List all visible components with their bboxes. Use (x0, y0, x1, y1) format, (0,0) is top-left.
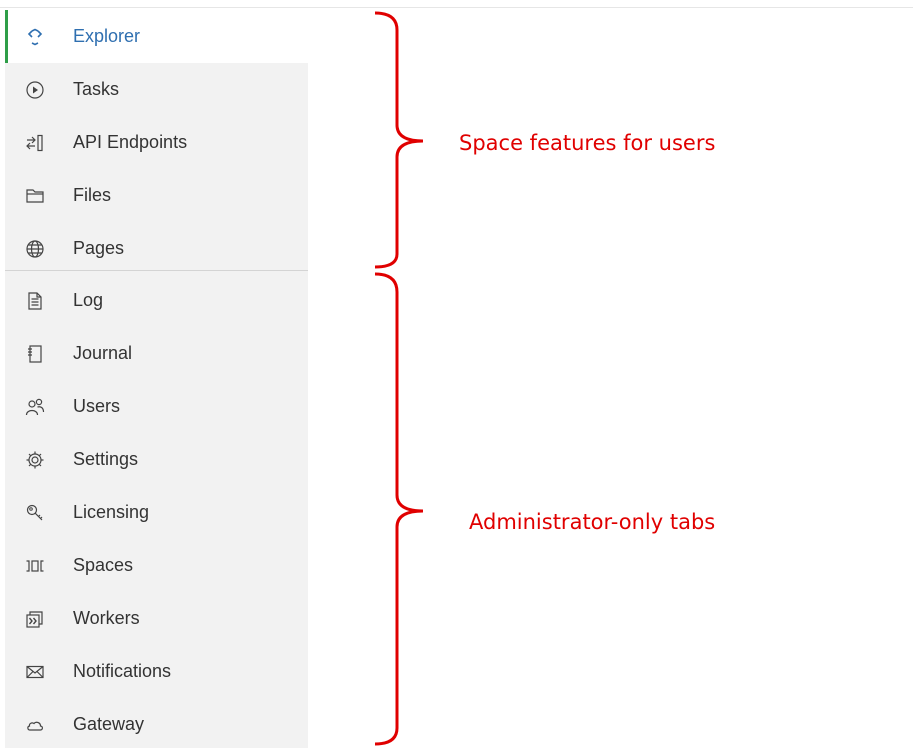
sidebar-item-label: Settings (73, 449, 139, 469)
sidebar-item-label: Gateway (73, 714, 145, 734)
api-endpoints-icon (24, 132, 46, 154)
sidebar-item-label: Notifications (73, 661, 172, 681)
sidebar-item-label: Tasks (73, 79, 120, 99)
sidebar-nav: Explorer Tasks API Endpoints Files Pages… (5, 10, 308, 748)
sidebar-item-users[interactable]: Users (5, 380, 308, 433)
sidebar-item-log[interactable]: Log (5, 274, 308, 327)
section-divider (5, 270, 308, 271)
explorer-icon (24, 26, 46, 48)
top-divider (0, 7, 913, 8)
folder-icon (24, 185, 46, 207)
sidebar-item-spaces[interactable]: Spaces (5, 539, 308, 592)
sidebar-item-explorer[interactable]: Explorer (5, 10, 308, 63)
gear-icon (24, 449, 46, 471)
admin-tabs-brace (374, 272, 424, 746)
sidebar-item-files[interactable]: Files (5, 169, 308, 222)
envelope-icon (24, 661, 46, 683)
screenshot-canvas: Explorer Tasks API Endpoints Files Pages… (0, 0, 913, 748)
user-features-brace (374, 11, 424, 269)
spaces-icon (24, 555, 46, 577)
sidebar-item-api-endpoints[interactable]: API Endpoints (5, 116, 308, 169)
cloud-icon (24, 714, 46, 736)
annotation-user-features: Space features for users (459, 131, 716, 155)
sidebar-item-notifications[interactable]: Notifications (5, 645, 308, 698)
workers-icon (24, 608, 46, 630)
sidebar-item-label: Workers (73, 608, 140, 628)
sidebar-item-pages[interactable]: Pages (5, 222, 308, 275)
key-icon (24, 502, 46, 524)
sidebar-item-label: Explorer (73, 26, 141, 46)
sidebar-item-label: Log (73, 290, 104, 310)
sidebar-item-label: Licensing (73, 502, 150, 522)
sidebar-item-settings[interactable]: Settings (5, 433, 308, 486)
log-document-icon (24, 290, 46, 312)
sidebar-item-label: Users (73, 396, 121, 416)
sidebar-item-label: Pages (73, 238, 125, 258)
users-icon (24, 396, 46, 418)
sidebar-item-label: Journal (73, 343, 133, 363)
play-circle-icon (24, 79, 46, 101)
sidebar-item-journal[interactable]: Journal (5, 327, 308, 380)
annotation-admin-tabs: Administrator-only tabs (469, 510, 716, 534)
sidebar-item-label: Files (73, 185, 112, 205)
globe-icon (24, 238, 46, 260)
annotation-braces (374, 11, 424, 746)
sidebar-item-gateway[interactable]: Gateway (5, 698, 308, 748)
sidebar-item-tasks[interactable]: Tasks (5, 63, 308, 116)
journal-icon (24, 343, 46, 365)
sidebar-item-workers[interactable]: Workers (5, 592, 308, 645)
sidebar-item-label: API Endpoints (73, 132, 188, 152)
sidebar-item-label: Spaces (73, 555, 134, 575)
sidebar-item-licensing[interactable]: Licensing (5, 486, 308, 539)
